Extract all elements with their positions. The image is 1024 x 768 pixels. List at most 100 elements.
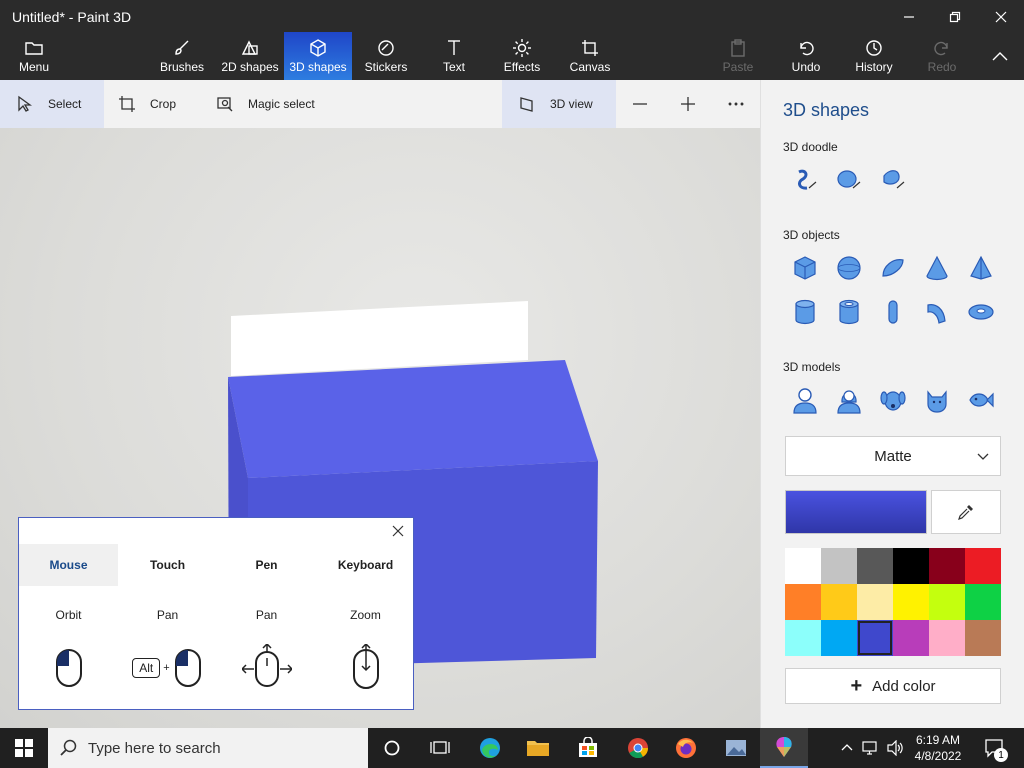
fish-model-button[interactable] bbox=[963, 382, 999, 418]
cylinder-button[interactable] bbox=[787, 294, 823, 330]
select-tool[interactable]: Select bbox=[0, 80, 104, 128]
color-swatch[interactable] bbox=[929, 620, 965, 656]
models-section-label: 3D models bbox=[783, 360, 841, 374]
help-tab-touch[interactable]: Touch bbox=[118, 544, 217, 586]
zoom-out-button[interactable] bbox=[624, 80, 656, 128]
chrome-icon bbox=[628, 738, 649, 759]
history-button[interactable]: History bbox=[846, 32, 902, 80]
task-view-button[interactable] bbox=[416, 728, 464, 768]
material-dropdown[interactable]: Matte bbox=[785, 436, 1001, 476]
text-button[interactable]: Text bbox=[428, 32, 480, 80]
curved-tube-icon bbox=[927, 304, 946, 324]
speaker-icon bbox=[887, 740, 903, 756]
text-icon bbox=[448, 40, 460, 55]
store-button[interactable] bbox=[564, 728, 612, 768]
color-swatch[interactable] bbox=[929, 548, 965, 584]
stickers-button[interactable]: Stickers bbox=[358, 32, 414, 80]
restore-button[interactable] bbox=[932, 2, 978, 32]
color-swatch[interactable] bbox=[965, 584, 1001, 620]
color-swatch[interactable] bbox=[785, 548, 821, 584]
sun-icon bbox=[513, 39, 531, 57]
network-button[interactable] bbox=[860, 728, 882, 768]
paint3d-taskbar-button[interactable] bbox=[760, 728, 808, 768]
woman-model-button[interactable] bbox=[831, 382, 867, 418]
chevron-up-icon bbox=[841, 744, 853, 751]
color-swatch[interactable] bbox=[785, 584, 821, 620]
cat-model-button[interactable] bbox=[919, 382, 955, 418]
show-hidden-icons-button[interactable] bbox=[838, 728, 856, 768]
color-swatch[interactable] bbox=[929, 584, 965, 620]
woman-icon bbox=[837, 390, 861, 414]
window-title: Untitled* - Paint 3D bbox=[12, 9, 132, 25]
tube-icon bbox=[839, 299, 859, 325]
capsule-button[interactable] bbox=[875, 294, 911, 330]
close-window-button[interactable] bbox=[978, 2, 1024, 32]
edge-taskbar-button[interactable] bbox=[466, 728, 514, 768]
dog-model-button[interactable] bbox=[875, 382, 911, 418]
cone-button[interactable] bbox=[919, 250, 955, 286]
effects-button[interactable]: Effects bbox=[496, 32, 548, 80]
color-swatch[interactable] bbox=[821, 548, 857, 584]
soft-edge-doodle-button[interactable] bbox=[831, 162, 867, 198]
color-swatch[interactable] bbox=[821, 620, 857, 656]
color-swatch[interactable] bbox=[785, 620, 821, 656]
zoom-in-button[interactable] bbox=[672, 80, 704, 128]
undo-button[interactable]: Undo bbox=[780, 32, 832, 80]
start-button[interactable] bbox=[0, 728, 48, 768]
sharp-edge-doodle-button[interactable] bbox=[787, 162, 823, 198]
notifications-button[interactable]: 1 bbox=[980, 728, 1010, 768]
menu-button[interactable]: Menu bbox=[6, 32, 62, 80]
help-close-button[interactable] bbox=[387, 520, 409, 542]
collapse-ribbon-button[interactable] bbox=[980, 32, 1020, 80]
cube-button[interactable] bbox=[787, 250, 823, 286]
minus-icon bbox=[633, 103, 647, 105]
color-swatch[interactable] bbox=[857, 548, 893, 584]
color-swatch[interactable] bbox=[893, 620, 929, 656]
color-swatch[interactable] bbox=[965, 548, 1001, 584]
tube-doodle-button[interactable] bbox=[875, 162, 911, 198]
hemisphere-button[interactable] bbox=[875, 250, 911, 286]
plus-sign: + bbox=[163, 662, 170, 674]
magic-select-tool[interactable]: Magic select bbox=[216, 80, 346, 128]
system-clock[interactable]: 6:19 AM 4/8/2022 bbox=[906, 732, 970, 764]
3d-view-toggle[interactable]: 3D view bbox=[502, 80, 616, 128]
taskbar-search-box[interactable]: Type here to search bbox=[48, 728, 368, 768]
sticker-icon bbox=[378, 40, 394, 56]
help-tab-keyboard[interactable]: Keyboard bbox=[316, 544, 415, 586]
more-options-button[interactable] bbox=[720, 80, 752, 128]
color-swatch[interactable] bbox=[893, 584, 929, 620]
color-swatch[interactable] bbox=[821, 584, 857, 620]
brushes-button[interactable]: Brushes bbox=[152, 32, 212, 80]
add-color-button[interactable]: + Add color bbox=[785, 668, 1001, 704]
canvas-button[interactable]: Canvas bbox=[564, 32, 616, 80]
eyedropper-button[interactable] bbox=[931, 490, 1001, 534]
tube-button[interactable] bbox=[831, 294, 867, 330]
color-swatch[interactable] bbox=[857, 584, 893, 620]
redo-button[interactable]: Redo bbox=[916, 32, 968, 80]
zoom-label: Zoom bbox=[350, 608, 381, 622]
file-explorer-button[interactable] bbox=[514, 728, 562, 768]
crop-tool[interactable]: Crop bbox=[118, 80, 208, 128]
3d-shapes-button[interactable]: 3D shapes bbox=[284, 32, 352, 80]
paste-button[interactable]: Paste bbox=[712, 32, 764, 80]
pyramid-button[interactable] bbox=[963, 250, 999, 286]
color-swatch[interactable] bbox=[965, 620, 1001, 656]
color-swatch[interactable] bbox=[857, 620, 893, 656]
color-swatch[interactable] bbox=[893, 548, 929, 584]
canvas-icon bbox=[582, 40, 598, 56]
history-icon bbox=[866, 40, 882, 56]
volume-button[interactable] bbox=[884, 728, 906, 768]
2d-shapes-button[interactable]: 2D shapes bbox=[218, 32, 282, 80]
cone-icon bbox=[926, 255, 948, 281]
curved-tube-button[interactable] bbox=[919, 294, 955, 330]
help-tab-pen[interactable]: Pen bbox=[217, 544, 316, 586]
donut-button[interactable] bbox=[963, 294, 999, 330]
firefox-button[interactable] bbox=[662, 728, 710, 768]
sphere-button[interactable] bbox=[831, 250, 867, 286]
minimize-button[interactable] bbox=[886, 2, 932, 32]
cortana-button[interactable] bbox=[368, 728, 416, 768]
man-model-button[interactable] bbox=[787, 382, 823, 418]
help-tab-mouse[interactable]: Mouse bbox=[19, 544, 118, 586]
photos-button[interactable] bbox=[712, 728, 760, 768]
chrome-button[interactable] bbox=[614, 728, 662, 768]
